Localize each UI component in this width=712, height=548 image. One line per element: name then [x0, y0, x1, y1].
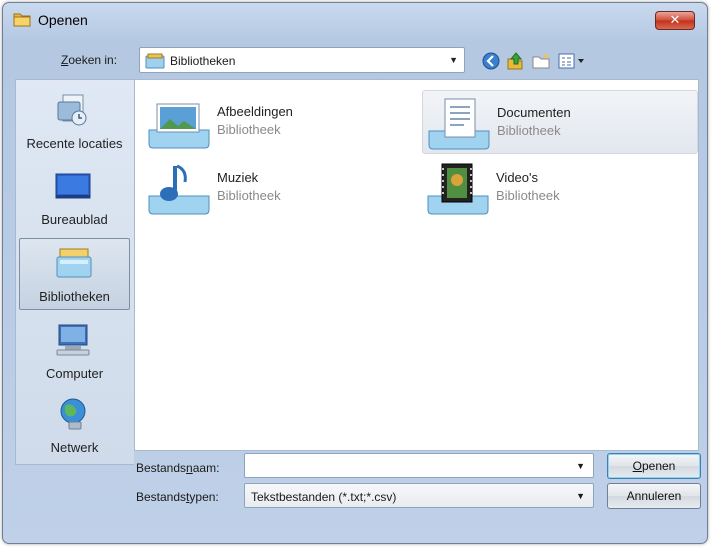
- filename-input[interactable]: ▼: [244, 453, 594, 478]
- place-label: Bibliotheken: [39, 289, 110, 304]
- close-button[interactable]: ✕: [655, 11, 695, 30]
- filetype-label: Bestandstypen:: [136, 490, 219, 504]
- network-icon: [60, 398, 86, 430]
- folder-icon: [13, 13, 31, 27]
- lookin-combo[interactable]: Bibliotheken ▼: [139, 47, 465, 73]
- libraries-icon: [56, 248, 92, 278]
- file-list[interactable]: Afbeeldingen Bibliotheek Documenten Bibl…: [134, 79, 699, 451]
- item-type: Bibliotheek: [497, 123, 561, 138]
- filename-label: Bestandsnaam:: [136, 461, 219, 475]
- places-bar: Recente locaties Bureaublad Bibliotheken: [15, 79, 134, 465]
- filename-label-a: Bestands: [136, 461, 187, 475]
- open-button-label: penen: [641, 459, 676, 473]
- library-item-videos[interactable]: Video's Bibliotheek: [422, 156, 698, 220]
- chevron-down-icon[interactable]: ▼: [576, 461, 585, 471]
- open-button-accesskey: O: [632, 459, 642, 473]
- item-name: Afbeeldingen: [217, 104, 293, 119]
- item-type: Bibliotheek: [217, 122, 281, 137]
- videos-library-icon: [427, 163, 489, 215]
- library-item-music[interactable]: Muziek Bibliotheek: [143, 156, 419, 220]
- place-libraries[interactable]: Bibliotheken: [19, 238, 130, 310]
- item-name: Muziek: [217, 170, 259, 185]
- computer-icon: [56, 324, 90, 356]
- lookin-label: Zoeken in:: [61, 53, 117, 67]
- filename-label-accesskey: n: [186, 461, 193, 475]
- place-recent-locations[interactable]: Recente locaties: [19, 86, 130, 158]
- lookin-value: Bibliotheken: [170, 54, 236, 68]
- chevron-down-icon: ▼: [576, 491, 585, 501]
- filetype-label-a: Bestands: [136, 490, 187, 504]
- lookin-label-text: oeken in:: [68, 53, 118, 67]
- place-desktop[interactable]: Bureaublad: [19, 162, 130, 234]
- library-item-documents[interactable]: Documenten Bibliotheek: [422, 90, 698, 154]
- place-label: Bureaublad: [41, 212, 108, 227]
- up-folder-icon[interactable]: [505, 51, 525, 71]
- documents-library-icon: [428, 98, 490, 150]
- filetype-label-b: ypen:: [189, 490, 219, 504]
- new-folder-icon[interactable]: [531, 51, 551, 71]
- libraries-small-icon: [145, 53, 165, 69]
- title-bar[interactable]: Openen ✕: [3, 3, 707, 37]
- place-label: Netwerk: [50, 440, 99, 455]
- filename-label-b: aam:: [192, 461, 220, 475]
- open-button[interactable]: Openen: [607, 453, 701, 479]
- desktop-icon: [55, 173, 91, 199]
- pictures-library-icon: [148, 103, 210, 149]
- filename-field[interactable]: [249, 458, 549, 474]
- window-title: Openen: [38, 12, 88, 28]
- place-label: Computer: [45, 366, 104, 381]
- filetype-value: Tekstbestanden (*.txt;*.csv): [251, 490, 397, 504]
- item-type: Bibliotheek: [217, 188, 281, 203]
- music-library-icon: [148, 164, 210, 215]
- place-label: Recente locaties: [26, 136, 123, 151]
- cancel-button[interactable]: Annuleren: [607, 483, 701, 509]
- library-item-pictures[interactable]: Afbeeldingen Bibliotheek: [143, 90, 419, 154]
- item-type: Bibliotheek: [496, 188, 560, 203]
- back-icon[interactable]: [481, 51, 501, 71]
- chevron-down-icon: ▼: [449, 55, 458, 65]
- item-name: Documenten: [497, 105, 571, 120]
- place-network[interactable]: Netwerk: [19, 390, 130, 462]
- place-computer[interactable]: Computer: [19, 316, 130, 388]
- close-icon: ✕: [669, 13, 681, 28]
- item-name: Video's: [496, 170, 538, 185]
- filetype-select[interactable]: Tekstbestanden (*.txt;*.csv) ▼: [244, 483, 594, 508]
- open-dialog: Openen ✕ Zoeken in: Bibliotheken ▼ Recen…: [2, 2, 708, 544]
- recent-locations-icon: [57, 94, 87, 126]
- view-menu-icon[interactable]: [557, 51, 587, 71]
